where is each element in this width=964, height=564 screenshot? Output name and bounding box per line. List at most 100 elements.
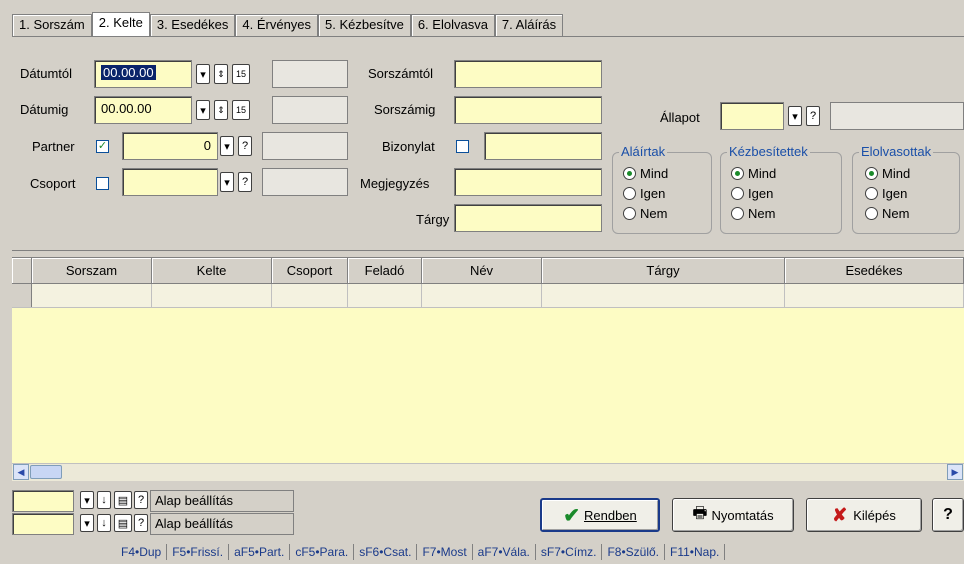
datumtol-input[interactable]: 00.00.00 — [94, 60, 192, 88]
radio-label: Nem — [882, 205, 910, 221]
chevron-down-icon: ▾ — [224, 140, 230, 153]
column-header-targy[interactable]: Tárgy — [542, 258, 785, 283]
print-button[interactable]: 🖶 Nyomtatás — [672, 498, 794, 532]
preset1-dropdown-button[interactable]: ▾ — [80, 491, 94, 509]
tab-elolvasva[interactable]: 6. Elolvasva — [410, 14, 495, 36]
question-icon: ? — [241, 176, 249, 188]
csoport-label: Csoport — [30, 176, 76, 191]
kezbesitettek-nem-radio[interactable]: Nem — [731, 203, 776, 223]
fkey-szulo[interactable]: F8•Szülő. — [602, 544, 665, 560]
sorszamig-input[interactable] — [454, 96, 602, 124]
allapot-dropdown-button[interactable]: ▾ — [788, 106, 802, 126]
column-header-kelte[interactable]: Kelte — [152, 258, 272, 283]
csoport-checkbox[interactable] — [96, 177, 109, 190]
chevron-down-icon: ▾ — [84, 517, 90, 530]
radio-off-icon — [731, 206, 744, 220]
datumig-spin-button[interactable]: ⇕ — [214, 100, 228, 120]
fkey-frissit[interactable]: F5•Frissí. — [167, 544, 230, 560]
elolvasottak-mind-radio[interactable]: Mind — [865, 163, 910, 183]
results-grid[interactable]: Sorszam Kelte Csoport Feladó Név Tárgy E… — [12, 257, 964, 463]
datumtol-calendar-button[interactable]: 15 — [232, 64, 250, 84]
fkey-naptar[interactable]: F11•Nap. — [665, 544, 726, 560]
grid-header: Sorszam Kelte Csoport Feladó Név Tárgy E… — [12, 258, 964, 284]
datumtol-dropdown-button[interactable]: ▾ — [196, 64, 210, 84]
horizontal-scrollbar[interactable]: ◀ ▶ — [12, 463, 964, 481]
column-header-sorszam[interactable]: Sorszam — [32, 258, 152, 283]
help-button[interactable]: ? — [932, 498, 964, 532]
preset1-input[interactable] — [12, 490, 74, 512]
preset1-doc-button[interactable]: ▤ — [114, 491, 132, 509]
preset2-load-button[interactable]: ↓ — [97, 514, 111, 532]
function-key-bar: F4•Dup F5•Frissí. aF5•Part. cF5•Para. sF… — [0, 540, 964, 564]
fkey-partner[interactable]: aF5•Part. — [229, 544, 291, 560]
datumig-input[interactable]: 00.00.00 — [94, 96, 192, 124]
partner-input[interactable]: 0 — [122, 132, 218, 160]
table-row[interactable] — [12, 284, 964, 308]
column-header-nev[interactable]: Név — [422, 258, 542, 283]
csoport-input[interactable] — [122, 168, 218, 196]
elolvasottak-igen-radio[interactable]: Igen — [865, 183, 910, 203]
fkey-csatol[interactable]: sF6•Csat. — [354, 544, 418, 560]
radio-on-icon — [865, 166, 878, 180]
alairtak-mind-radio[interactable]: Mind — [623, 163, 668, 183]
bizonylat-input[interactable] — [484, 132, 602, 160]
tab-esedekes[interactable]: 3. Esedékes — [149, 14, 236, 36]
scroll-left-button[interactable]: ◀ — [13, 464, 29, 480]
megjegyzes-input[interactable] — [454, 168, 602, 196]
fkey-cimzett[interactable]: sF7•Címz. — [536, 544, 603, 560]
preset2-dropdown-button[interactable]: ▾ — [80, 514, 94, 532]
preset1-help-button[interactable]: ? — [134, 491, 148, 509]
csoport-lookup-button[interactable]: ? — [238, 172, 252, 192]
scroll-right-button[interactable]: ▶ — [947, 464, 963, 480]
datumtol-spin-button[interactable]: ⇕ — [214, 64, 228, 84]
bizonylat-checkbox[interactable] — [456, 140, 469, 153]
radio-label: Nem — [640, 205, 668, 221]
partner-checkbox[interactable]: ✓ — [96, 140, 109, 153]
print-label: Nyomtatás — [711, 507, 774, 523]
partner-dropdown-button[interactable]: ▾ — [220, 136, 234, 156]
preset2-label: Alap beállítás — [155, 516, 234, 531]
radio-label: Igen — [640, 185, 666, 201]
scroll-thumb[interactable] — [30, 465, 62, 479]
sorszamtol-input[interactable] — [454, 60, 602, 88]
spin-updown-icon: ⇕ — [217, 68, 225, 79]
column-header-felado[interactable]: Feladó — [348, 258, 422, 283]
column-header-esedekes[interactable]: Esedékes — [785, 258, 964, 283]
preset2-doc-button[interactable]: ▤ — [114, 514, 132, 532]
alairtak-igen-radio[interactable]: Igen — [623, 183, 668, 203]
alairtak-nem-radio[interactable]: Nem — [623, 203, 668, 223]
targy-input[interactable] — [454, 204, 602, 232]
row-indicator-header — [12, 258, 32, 283]
csoport-dropdown-button[interactable]: ▾ — [220, 172, 234, 192]
ok-button[interactable]: ✔ Rendben — [540, 498, 660, 532]
elolvasottak-nem-radio[interactable]: Nem — [865, 203, 910, 223]
kezbesitettek-group: Kézbesítettek Mind Igen Nem — [720, 144, 842, 234]
fkey-dup[interactable]: F4•Dup — [116, 544, 168, 560]
printer-icon: 🖶 — [692, 504, 708, 522]
allapot-input[interactable] — [720, 102, 784, 130]
chevron-down-icon: ▾ — [200, 68, 206, 81]
tab-ervenyes[interactable]: 4. Érvényes — [235, 14, 319, 36]
kezbesitettek-mind-radio[interactable]: Mind — [731, 163, 776, 183]
tab-kelte[interactable]: 2. Kelte — [91, 12, 150, 36]
kezbesitettek-igen-radio[interactable]: Igen — [731, 183, 776, 203]
partner-lookup-button[interactable]: ? — [238, 136, 252, 156]
exit-button[interactable]: ✘ Kilépés — [806, 498, 922, 532]
tab-sorszam[interactable]: 1. Sorszám — [12, 14, 92, 36]
preset1-load-button[interactable]: ↓ — [97, 491, 111, 509]
column-header-csoport[interactable]: Csoport — [272, 258, 348, 283]
allapot-lookup-button[interactable]: ? — [806, 106, 820, 126]
close-icon: ✘ — [832, 504, 848, 525]
fkey-valasz[interactable]: aF7•Vála. — [473, 544, 536, 560]
preset2-input[interactable] — [12, 513, 74, 535]
tab-kezbesitve[interactable]: 5. Kézbesítve — [318, 14, 411, 36]
fkey-parameter[interactable]: cF5•Para. — [290, 544, 355, 560]
fkey-most[interactable]: F7•Most — [417, 544, 473, 560]
preset2-help-button[interactable]: ? — [134, 514, 148, 532]
datumig-calendar-button[interactable]: 15 — [232, 100, 250, 120]
help-label: ? — [943, 506, 953, 523]
datumig-dropdown-button[interactable]: ▾ — [196, 100, 210, 120]
tab-alairas[interactable]: 7. Aláírás — [494, 14, 564, 36]
cell-csoport — [272, 284, 348, 307]
spin-updown-icon: ⇕ — [217, 104, 225, 115]
